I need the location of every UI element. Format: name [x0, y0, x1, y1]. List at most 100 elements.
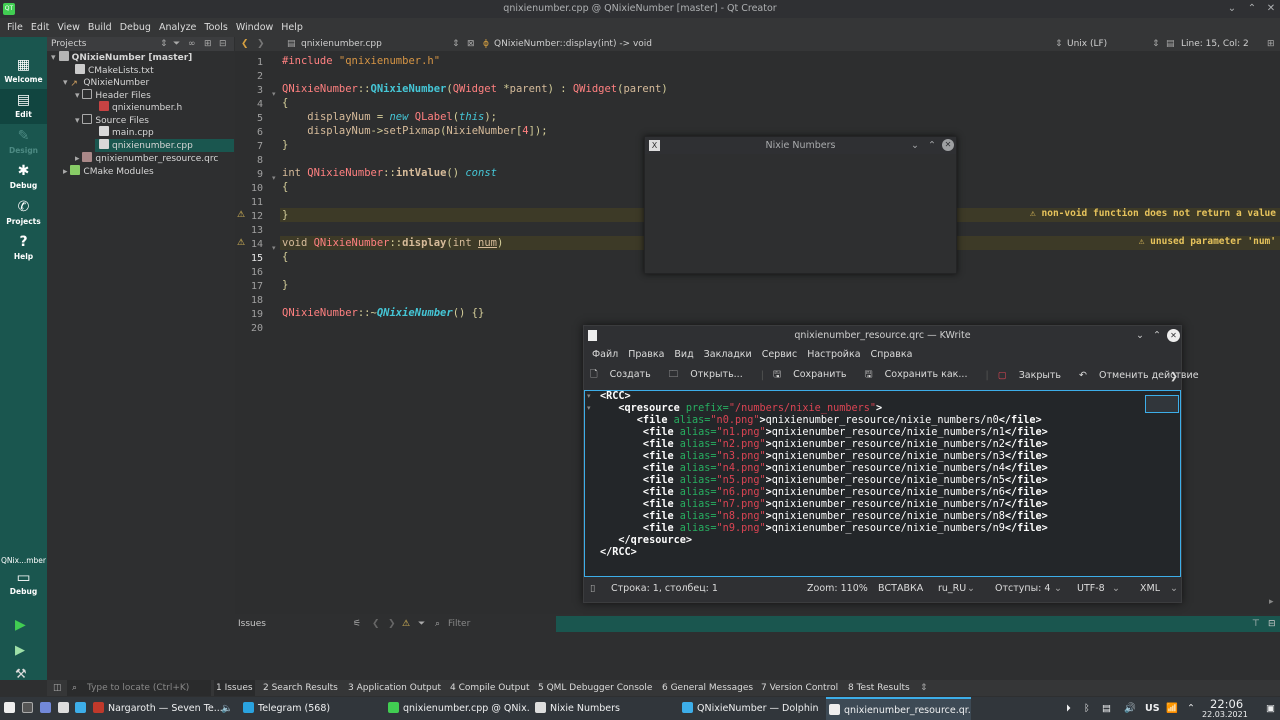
fold-icon[interactable]: ▾ — [587, 392, 591, 400]
close-icon[interactable]: ✕ — [1167, 329, 1180, 342]
filter-icon[interactable]: ⏷ — [173, 37, 180, 51]
split-icon[interactable]: ⊞ — [204, 37, 212, 51]
tree-qnixienumber-h[interactable]: qnixienumber.h — [99, 101, 182, 114]
symbol-selector[interactable]: QNixieNumber::display(int) -> void — [494, 37, 652, 51]
tree-cmake-modules[interactable]: ▸ CMake Modules — [63, 165, 154, 178]
line-ending-dropdown-icon[interactable]: ⇕ — [1152, 37, 1160, 51]
clipboard-icon[interactable]: ▤ — [1102, 697, 1111, 720]
menu-window[interactable]: Window — [232, 22, 277, 33]
tree-project-root[interactable]: ▾ QNixieNumber [master] — [51, 51, 192, 64]
keyboard-layout[interactable]: US — [1145, 697, 1160, 720]
issues-filter-input[interactable]: Filter — [448, 616, 470, 632]
discord-icon[interactable] — [40, 697, 55, 720]
chevron-down-icon[interactable]: ⌄ — [967, 578, 975, 600]
kwrite-window[interactable]: qnixienumber_resource.qrc — KWrite ⌄ ⌃ ✕… — [583, 325, 1199, 603]
maximize-icon[interactable]: ⌃ — [1244, 1, 1260, 17]
tree-main-cpp[interactable]: main.cpp — [99, 126, 154, 139]
run-icon[interactable]: ▶ — [15, 617, 26, 633]
maximize-icon[interactable]: ⌃ — [928, 137, 936, 154]
volume-icon[interactable]: 🔈 — [221, 697, 233, 720]
undo-button[interactable]: ↶ Отменить действие — [1079, 370, 1217, 381]
fold-icon[interactable]: ▾ — [272, 174, 276, 182]
task-dolphin[interactable]: QNixieNumber — Dolphin — [679, 697, 822, 720]
bluetooth-icon[interactable]: ᛒ — [1084, 697, 1090, 720]
task-telegram[interactable]: Telegram (568) — [240, 697, 380, 720]
locator-input[interactable]: ⌕ Type to locate (Ctrl+K) — [67, 680, 211, 696]
kw-language[interactable]: ru_RU — [938, 578, 966, 600]
mode-design[interactable]: ✎ Design — [0, 125, 47, 160]
kw-menu-edit[interactable]: Правка — [623, 349, 669, 360]
toolbar-overflow-icon[interactable]: ❯ — [1170, 371, 1187, 382]
menu-debug[interactable]: Debug — [116, 22, 155, 33]
network-icon[interactable]: 📶 — [1166, 697, 1178, 720]
mode-help[interactable]: ? Help — [0, 231, 47, 266]
maximize-icon[interactable]: ⌃ — [1153, 326, 1161, 346]
kw-menu-tools[interactable]: Сервис — [757, 349, 803, 360]
mode-welcome[interactable]: ▦ Welcome — [0, 54, 47, 89]
tab-search-results[interactable]: 2 Search Results — [263, 680, 338, 696]
scroll-right-icon[interactable]: ▸ — [1269, 597, 1274, 607]
tree-cmakelists[interactable]: CMakeLists.txt — [75, 64, 154, 77]
chevron-down-icon[interactable]: ⌄ — [1054, 578, 1062, 600]
next-icon[interactable]: ❯ — [388, 616, 396, 632]
close-doc-button[interactable]: ▢ Закрыть — [998, 370, 1079, 381]
kw-encoding[interactable]: UTF-8 — [1077, 578, 1105, 600]
sort-icon[interactable]: ⇕ — [160, 37, 168, 51]
menu-edit[interactable]: Edit — [27, 22, 53, 33]
task-nixie[interactable]: Nixie Numbers — [532, 697, 675, 720]
tab-compile-output[interactable]: 4 Compile Output — [450, 680, 530, 696]
mode-edit[interactable]: ▤ Edit — [0, 89, 47, 124]
fold-icon[interactable]: ▾ — [587, 404, 591, 412]
close-file-icon[interactable]: ⊠ — [467, 37, 475, 51]
terminal-icon[interactable] — [22, 697, 37, 720]
tab-general-messages[interactable]: 6 General Messages — [662, 680, 753, 696]
fold-icon[interactable]: ▾ — [272, 90, 276, 98]
maximize-pane-icon[interactable]: ⊤ — [1252, 616, 1260, 632]
clear-icon[interactable]: ⚟ — [353, 616, 361, 632]
tab-version-control[interactable]: 7 Version Control — [761, 680, 838, 696]
new-button[interactable]: 🗋 Создать — [590, 367, 669, 383]
close-icon[interactable]: ✕ — [1263, 1, 1279, 17]
kit-selector[interactable]: QNix...mber ▭ Debug — [0, 556, 47, 596]
kw-menu-settings[interactable]: Настройка — [802, 349, 865, 360]
filter-icon[interactable]: ⏷ — [418, 616, 425, 632]
toggle-sidebar-icon[interactable]: ◫ — [53, 680, 62, 696]
menu-help[interactable]: Help — [277, 22, 307, 33]
tab-application-output[interactable]: 3 Application Output — [348, 680, 441, 696]
chevron-down-icon[interactable]: ⌄ — [1112, 578, 1120, 600]
prev-icon[interactable]: ❮ — [372, 616, 380, 632]
files-icon[interactable] — [75, 697, 90, 720]
warning-filter-icon[interactable]: ⚠ — [402, 616, 410, 632]
tab-test-results[interactable]: 8 Test Results — [848, 680, 910, 696]
kw-menu-view[interactable]: Вид — [669, 349, 698, 360]
minimap-preview[interactable] — [1145, 395, 1179, 413]
tray-expand-icon[interactable]: ⌃ — [1187, 697, 1195, 720]
menu-tools[interactable]: Tools — [200, 22, 231, 33]
kw-zoom[interactable]: Zoom: 110% — [807, 578, 868, 600]
kw-menu-bookmarks[interactable]: Закладки — [699, 349, 757, 360]
menu-analyze[interactable]: Analyze — [155, 22, 200, 33]
tree-resource-qrc[interactable]: ▸ qnixienumber_resource.qrc — [75, 152, 218, 165]
show-desktop-icon[interactable]: ▣ — [1266, 697, 1275, 720]
tab-issues[interactable]: 1 Issues — [214, 680, 255, 696]
task-music[interactable]: Nargaroth — Seven Te... 🔈 — [90, 697, 235, 720]
nixie-numbers-window[interactable]: X Nixie Numbers ⌄ ⌃ ✕ — [644, 136, 957, 274]
forward-icon[interactable]: ❯ — [257, 37, 265, 51]
menu-view[interactable]: View — [53, 22, 84, 33]
close-pane-icon[interactable]: ⊟ — [1268, 616, 1276, 632]
app-launcher-icon[interactable] — [4, 697, 19, 720]
task-kwrite[interactable]: qnixienumber_resource.qr... — [826, 697, 971, 720]
kw-cursor-position[interactable]: Строка: 1, столбец: 1 — [611, 578, 718, 600]
current-file[interactable]: qnixienumber.cpp — [301, 37, 382, 51]
menu-file[interactable]: File — [3, 22, 27, 33]
save-button[interactable]: 🖫 Сохранить — [773, 367, 865, 383]
task-qtcreator[interactable]: qnixienumber.cpp @ QNix... — [385, 697, 530, 720]
fold-icon[interactable]: ▾ — [272, 244, 276, 252]
kw-menu-help[interactable]: Справка — [866, 349, 918, 360]
link-icon[interactable]: ∞ — [188, 37, 196, 51]
clock[interactable]: 22:06 22.03.2021 — [1202, 697, 1258, 720]
save-as-button[interactable]: 🖫 Сохранить как... — [865, 367, 986, 383]
open-button[interactable]: 🗀 Открыть... — [669, 367, 761, 383]
file-dropdown-icon[interactable]: ⇕ — [452, 37, 460, 51]
menu-build[interactable]: Build — [84, 22, 116, 33]
